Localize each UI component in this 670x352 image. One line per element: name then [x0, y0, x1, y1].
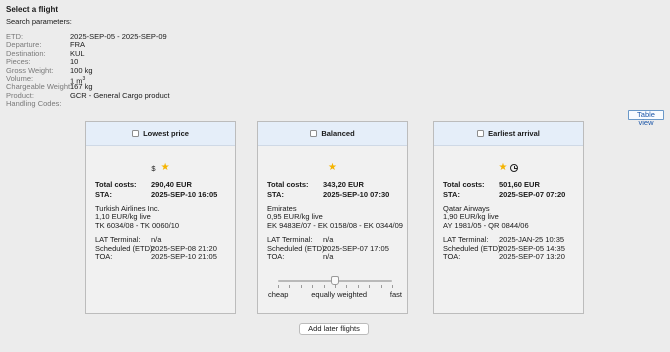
param-value-sup: 3	[82, 75, 86, 82]
sta-value: 2025-SEP-10 16:05	[151, 189, 218, 199]
sta-row: STA: 2025-SEP-07 07:20	[443, 190, 579, 200]
dollar-icon: $	[151, 163, 156, 173]
param-row: Handling Codes:	[6, 99, 170, 109]
flight-route: TK 6034/08 - TK 0060/10	[95, 220, 180, 230]
toa-value: n/a	[323, 251, 334, 261]
total-costs-value: 501,60 EUR	[499, 180, 540, 189]
sta-label: STA:	[95, 189, 112, 199]
param-value: GCR - General Cargo product	[70, 90, 170, 100]
toa-row: TOA: 2025-SEP-10 21:05	[95, 251, 231, 261]
sta-label: STA:	[267, 189, 284, 199]
card-header[interactable]: Earliest arrival	[434, 122, 583, 146]
sta-row: STA: 2025-SEP-10 07:30	[267, 190, 403, 200]
add-later-flights-button[interactable]: Add later flights	[299, 323, 369, 335]
sta-row: STA: 2025-SEP-10 16:05	[95, 190, 231, 200]
page-title: Select a flight	[6, 5, 59, 14]
slider-tick	[357, 285, 359, 288]
clock-icon	[510, 164, 519, 172]
flight-card-balanced[interactable]: Balanced ★ Total costs: 343,20 EUR STA: 20…	[257, 121, 408, 314]
toa-label: TOA:	[443, 251, 461, 261]
slider-label-equal: equally weighted	[311, 290, 368, 299]
card-body: Total costs: 290,40 EUR STA: 2025-SEP-10 1…	[95, 180, 231, 261]
total-costs-row: Total costs: 290,40 EUR	[95, 180, 231, 190]
slider-labels: cheap equally weighted fast	[268, 290, 402, 299]
search-params-heading: Search parameters:	[6, 17, 72, 26]
card-badges: $ ★	[86, 162, 235, 174]
select-checkbox[interactable]	[132, 130, 140, 137]
card-header[interactable]: Lowest price	[86, 122, 235, 146]
slider-tick	[392, 285, 393, 288]
param-label: Handling Codes:	[6, 99, 62, 109]
table-view-button[interactable]: Table view	[628, 110, 664, 127]
slider-tick	[346, 285, 348, 288]
total-costs-row: Total costs: 501,60 EUR	[443, 180, 579, 190]
slider-tick	[380, 285, 382, 288]
slider-ticks	[278, 285, 393, 289]
flight-card-lowest-price[interactable]: Lowest price $ ★ Total costs: 290,40 EUR …	[85, 121, 236, 314]
slider-tick	[369, 285, 371, 288]
priority-slider[interactable]: cheap equally weighted fast	[268, 276, 402, 308]
total-costs-label: Total costs:	[267, 180, 309, 189]
search-params-list: ETD: 2025-SEP-05 - 2025-SEP-09 Departure:…	[6, 32, 170, 109]
card-body: Total costs: 343,20 EUR STA: 2025-SEP-10 0…	[267, 180, 403, 261]
slider-thumb[interactable]	[331, 276, 339, 285]
total-costs-label: Total costs:	[95, 180, 137, 189]
toa-row: TOA: 2025-SEP-07 13:20	[443, 251, 579, 261]
toa-row: TOA: n/a	[267, 251, 403, 261]
star-icon: ★	[498, 162, 508, 173]
flight-route: EK 9483E/07 - EK 0158/08 - EK 0344/09	[267, 220, 403, 230]
toa-value: 2025-SEP-07 13:20	[499, 251, 565, 261]
card-title: Balanced	[321, 129, 355, 138]
total-costs-row: Total costs: 343,20 EUR	[267, 180, 403, 190]
scheduled-row: Scheduled (ETD): 2025-SEP-07 17:05	[267, 244, 403, 253]
select-checkbox[interactable]	[477, 130, 485, 137]
total-costs-value: 343,20 EUR	[323, 180, 364, 189]
toa-label: TOA:	[95, 251, 113, 261]
star-icon: ★	[160, 162, 170, 173]
card-title: Lowest price	[143, 129, 189, 138]
card-badges: ★	[434, 162, 583, 174]
toa-value: 2025-SEP-10 21:05	[151, 251, 217, 261]
slider-tick	[335, 285, 336, 288]
sta-value: 2025-SEP-10 07:30	[323, 189, 390, 199]
card-header[interactable]: Balanced	[258, 122, 407, 146]
slider-tick	[323, 285, 325, 288]
sta-value: 2025-SEP-07 07:20	[499, 189, 566, 199]
flight-card-earliest-arrival[interactable]: Earliest arrival ★ Total costs: 501,60 EU…	[433, 121, 584, 314]
total-costs-label: Total costs:	[443, 180, 485, 189]
flight-route: AY 1981/05 - QR 0844/06	[443, 220, 529, 230]
slider-tick	[300, 285, 302, 288]
slider-tick	[278, 285, 279, 288]
slider-label-fast: fast	[389, 290, 402, 299]
star-icon: ★	[328, 162, 337, 173]
total-costs-value: 290,40 EUR	[151, 180, 192, 189]
card-body: Total costs: 501,60 EUR STA: 2025-SEP-07 0…	[443, 180, 579, 261]
sta-label: STA:	[443, 189, 460, 199]
card-title: Earliest arrival	[488, 129, 540, 138]
slider-tick	[312, 285, 314, 288]
slider-tick	[289, 285, 291, 288]
toa-label: TOA:	[267, 251, 285, 261]
param-value: 100 kg	[70, 65, 93, 75]
select-checkbox[interactable]	[310, 130, 318, 137]
card-badges: ★	[258, 162, 407, 174]
slider-label-cheap: cheap	[268, 290, 289, 299]
